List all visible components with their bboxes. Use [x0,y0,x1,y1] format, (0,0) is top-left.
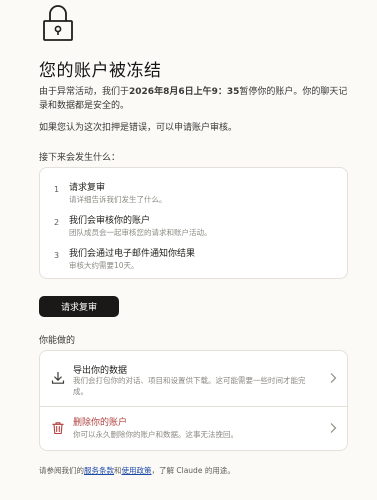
request-review-button[interactable]: 请求复审 [39,296,119,317]
terms-of-service-link[interactable]: 服务条款 [84,466,114,475]
trash-icon [52,422,64,435]
next-steps-heading: 接下来会发生什么： [39,153,121,163]
chevron-right-icon [330,373,337,383]
options-card: 导出你的数据 我们会打包你的对话、项目和设置供下载。这可能需要一些时间才能完成。… [39,350,348,451]
step-title: 请求复审 [69,183,106,193]
step-number: 2 [54,218,60,227]
export-data-description: 我们会打包你的对话、项目和设置供下载。这可能需要一些时间才能完成。 [73,376,306,396]
appeal-note: 如果您认为这次扣押是错误，可以申请账户审核。 [39,123,238,133]
usage-policy-link[interactable]: 使用政策 [122,466,152,475]
delete-account-description: 你可以永久删除你的账户和数据。这事无法挽回。 [73,430,238,439]
footer-note: 请参阅我们的服务条款和使用政策，了解 Claude 的用途。 [39,466,235,475]
suspension-date: 2026年8月6日上午9：35 [129,87,240,97]
options-heading: 你能做的 [39,336,76,346]
page-title: 您的账户被冻结 [39,61,162,81]
suspension-notice: 由于异常活动，我们于2026年8月6日上午9：35暂停你的账户。你的聊天记录和数… [39,87,348,111]
step-description: 团队成员会一起审核您的请求和账户活动。 [69,228,212,237]
download-icon [51,371,65,384]
step-number: 1 [54,185,60,194]
delete-account-title: 删除你的账户 [73,418,128,428]
step-description: 请详细告诉我们发生了什么。 [69,195,167,204]
lock-icon [43,5,73,41]
export-data-row[interactable]: 导出你的数据 我们会打包你的对话、项目和设置供下载。这可能需要一些时间才能完成。 [40,351,347,407]
chevron-right-icon [330,423,337,433]
delete-account-row[interactable]: 删除你的账户 你可以永久删除你的账户和数据。这事无法挽回。 [40,406,347,450]
next-steps-card: 1 请求复审 请详细告诉我们发生了什么。 2 我们会审核你的账户 团队成员会一起… [39,167,348,279]
step-description: 审核大约需要10天。 [69,261,139,270]
step-title: 我们会审核你的账户 [69,216,151,226]
step-title: 我们会通过电子邮件通知你结果 [69,249,196,259]
step-number: 3 [54,251,60,260]
